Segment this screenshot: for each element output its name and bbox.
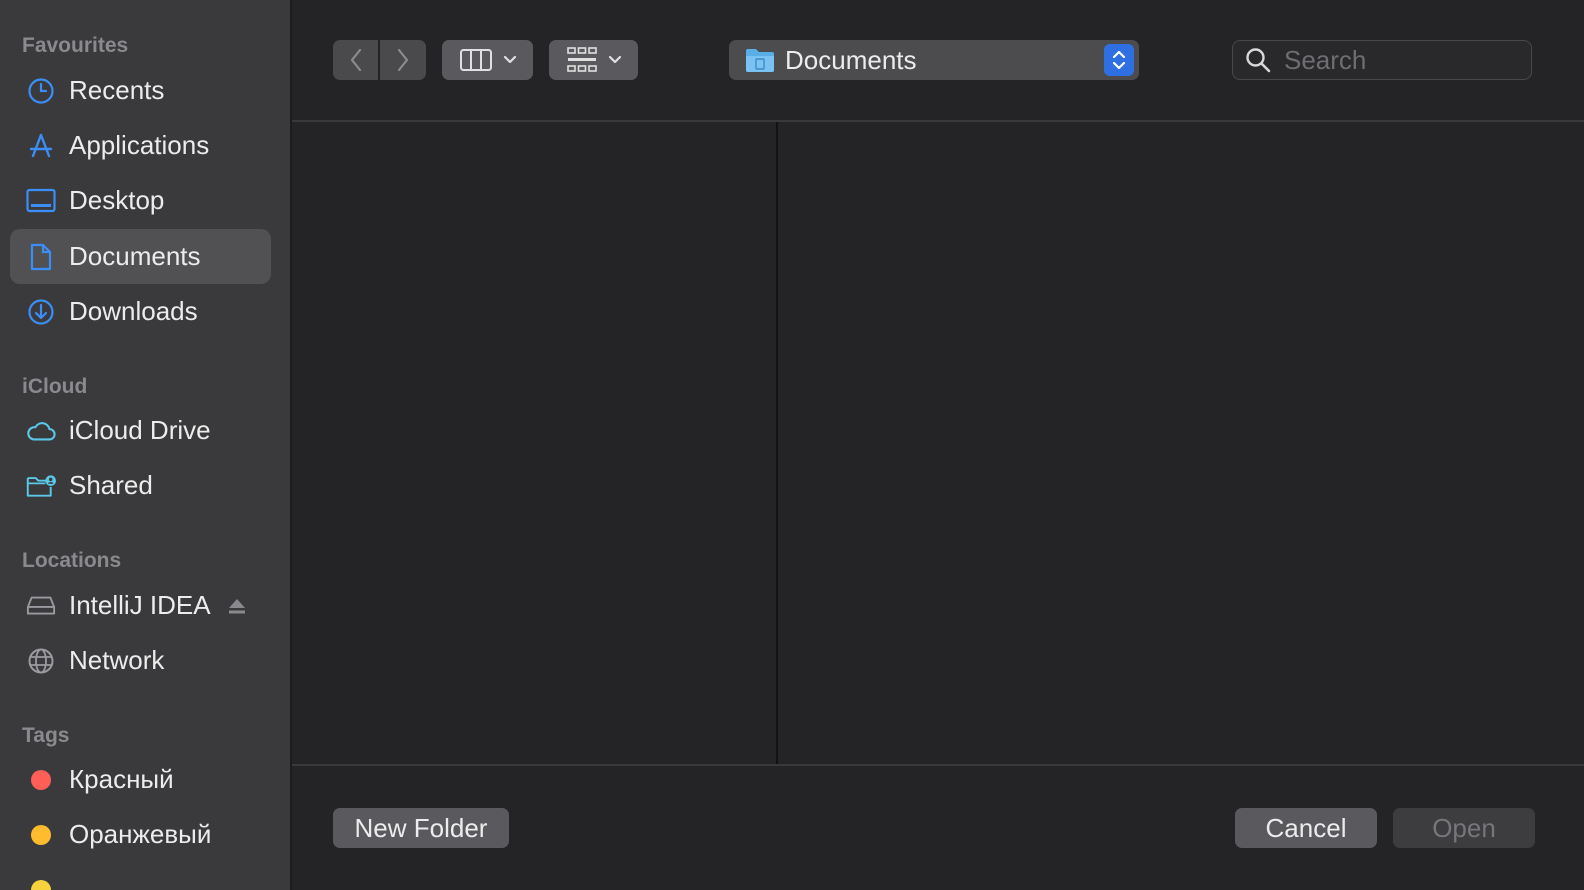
sidebar-item-shared[interactable]: Shared: [10, 458, 271, 513]
sidebar-item-label: Downloads: [69, 296, 198, 326]
search-field[interactable]: [1232, 40, 1532, 80]
new-folder-button[interactable]: New Folder: [333, 808, 509, 848]
chevron-down-icon: [608, 55, 621, 64]
sidebar-section-icloud: iCloud: [22, 375, 88, 398]
sidebar-section-tags: Tags: [22, 724, 70, 747]
search-icon: [1246, 48, 1271, 73]
sidebar-section-favourites: Favourites: [22, 34, 129, 57]
sidebar-item-downloads[interactable]: Downloads: [10, 284, 271, 339]
chevron-left-icon: [350, 48, 361, 72]
drive-icon: [26, 591, 56, 621]
sidebar-item-network[interactable]: Network: [10, 633, 271, 688]
columns-view-icon: [459, 49, 492, 71]
orange-tag-icon: [31, 824, 51, 845]
globe-icon: [26, 646, 56, 676]
path-popup-button[interactable]: Documents: [729, 40, 1139, 80]
red-tag-icon: [31, 769, 51, 790]
folder-icon: [746, 49, 774, 72]
sidebar-item-documents[interactable]: Documents: [10, 229, 271, 284]
eject-icon[interactable]: [227, 596, 247, 616]
column-browser[interactable]: [292, 122, 1584, 766]
sidebar-item-recents[interactable]: Recents: [10, 63, 271, 118]
sidebar-item-label: Desktop: [69, 185, 165, 215]
cloud-icon: [26, 416, 56, 446]
column-divider[interactable]: [776, 122, 778, 766]
sidebar-item-tag-orange[interactable]: Оранжевый: [10, 807, 271, 862]
chevron-right-icon: [397, 48, 409, 72]
sidebar-item-tag-red[interactable]: Красный: [10, 752, 271, 807]
sidebar-item-desktop[interactable]: Desktop: [10, 173, 271, 228]
download-icon: [26, 297, 56, 327]
path-label: Documents: [785, 44, 917, 75]
applications-icon: [26, 131, 56, 161]
shared-folder-icon: [26, 471, 56, 501]
sidebar-item-applications[interactable]: Applications: [10, 118, 271, 173]
sidebar-item-label: Красный: [69, 764, 174, 794]
sidebar-item-label: Recents: [69, 75, 165, 105]
open-button[interactable]: Open: [1393, 808, 1535, 848]
yellow-tag-icon: [31, 879, 51, 890]
sidebar-item-label: Оранжевый: [69, 819, 212, 849]
toolbar: Documents: [292, 0, 1584, 122]
sidebar-item-label: iCloud Drive: [69, 415, 211, 445]
forward-button[interactable]: [380, 40, 426, 80]
clock-icon: [26, 76, 56, 106]
updown-icon: [1104, 44, 1134, 76]
sidebar-item-label: IntelliJ IDEA: [69, 590, 211, 620]
cancel-button[interactable]: Cancel: [1235, 808, 1377, 848]
desktop-icon: [26, 186, 56, 216]
chevron-down-icon: [503, 55, 516, 64]
sidebar-section-locations: Locations: [22, 549, 122, 572]
back-button[interactable]: [333, 40, 378, 80]
document-icon: [26, 242, 56, 272]
sidebar-item-label: Documents: [69, 241, 201, 271]
bottom-bar: New Folder Cancel Open: [292, 764, 1584, 890]
sidebar: Favourites Recents Applications Desktop …: [0, 0, 292, 890]
view-mode-button[interactable]: [442, 40, 533, 80]
sidebar-item-icloud-drive[interactable]: iCloud Drive: [10, 403, 271, 458]
sidebar-item-label: Applications: [69, 130, 210, 160]
search-input[interactable]: [1282, 43, 1516, 77]
grid-icon: [566, 47, 597, 72]
sidebar-item-intellij-idea[interactable]: IntelliJ IDEA: [10, 578, 271, 633]
file-browser: Documents New Folder Cancel Open: [292, 0, 1584, 890]
group-by-button[interactable]: [549, 40, 638, 80]
sidebar-item-tag-partial[interactable]: [10, 862, 271, 890]
sidebar-item-label: Shared: [69, 470, 153, 500]
sidebar-item-label: Network: [69, 645, 165, 675]
